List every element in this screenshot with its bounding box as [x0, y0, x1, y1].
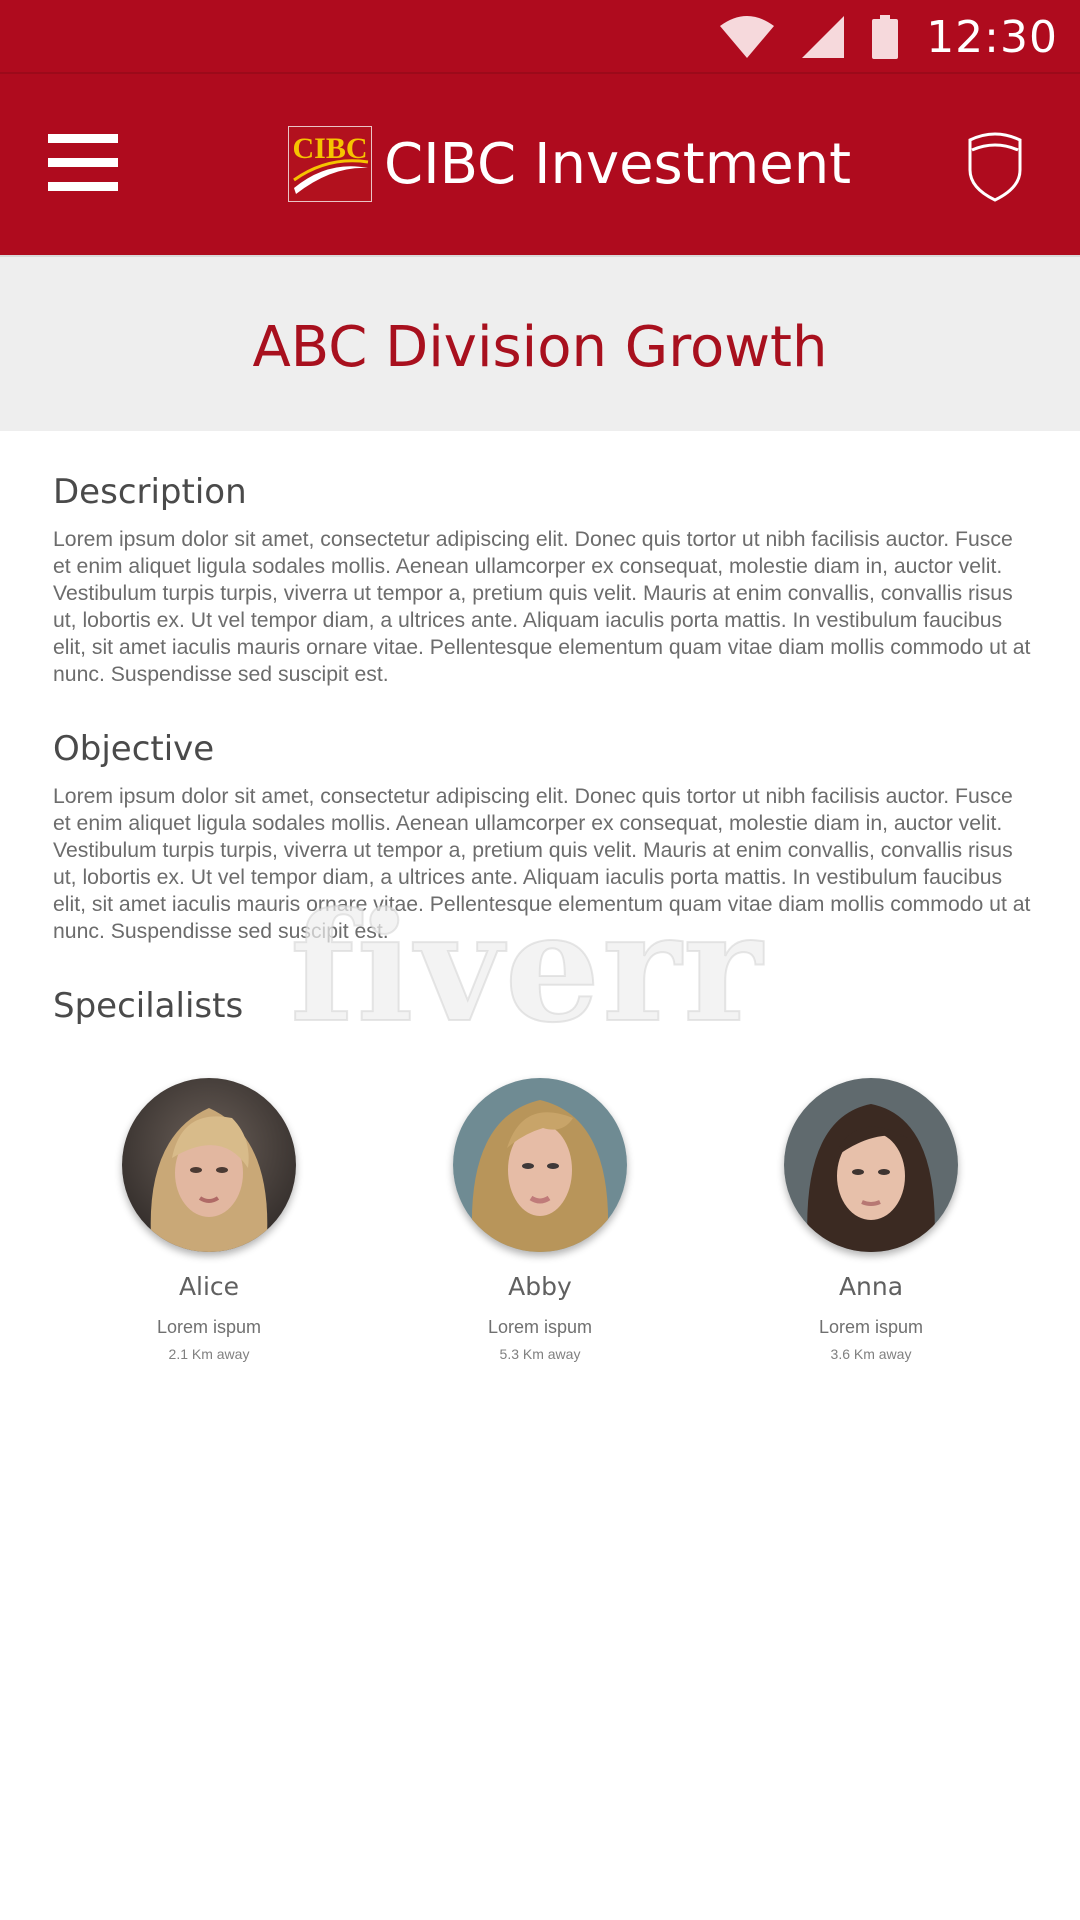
specialist-role: Lorem ispum [818, 1317, 924, 1337]
menu-icon-bar [48, 158, 118, 167]
avatar [453, 1078, 627, 1252]
status-bar: 12:30 [0, 0, 1080, 72]
shield-icon [968, 132, 1022, 202]
specialist-role: Lorem ispum [156, 1317, 262, 1337]
security-button[interactable] [966, 130, 1024, 202]
specialist-card-alice[interactable]: Alice Lorem ispum 2.1 Km away [89, 1078, 329, 1362]
wifi-icon [720, 16, 775, 58]
specialist-distance: 2.1 Km away [168, 1346, 250, 1362]
description-text: Lorem ipsum dolor sit amet, consectetur … [53, 528, 1031, 686]
specialists-heading: Specilalists [53, 986, 244, 1026]
title-band: ABC Division Growth [0, 255, 1080, 431]
avatar [122, 1078, 296, 1252]
specialist-role: Lorem ispum [487, 1317, 593, 1337]
specialist-distance: 5.3 Km away [499, 1346, 581, 1362]
avatar [784, 1078, 958, 1252]
brand: CIBC CIBC Investment [288, 124, 851, 204]
cellular-signal-icon [802, 16, 845, 58]
specialist-distance: 3.6 Km away [830, 1346, 912, 1362]
specialist-name: Anna [838, 1272, 904, 1301]
app-bar: CIBC CIBC Investment [0, 72, 1080, 255]
specialist-card-anna[interactable]: Anna Lorem ispum 3.6 Km away [751, 1078, 991, 1362]
specialist-name: Abby [508, 1272, 572, 1301]
menu-icon [48, 134, 118, 143]
battery-icon [872, 15, 899, 59]
status-icons: 12:30 [720, 10, 1058, 64]
description-heading: Description [53, 472, 247, 512]
cibc-logo: CIBC [288, 126, 372, 202]
objective-heading: Objective [53, 729, 215, 769]
objective-text: Lorem ipsum dolor sit amet, consectetur … [53, 785, 1031, 943]
menu-button[interactable] [42, 130, 122, 196]
page-title: ABC Division Growth [252, 315, 828, 380]
app-title: CIBC Investment [384, 131, 852, 197]
menu-icon-bar [48, 182, 118, 191]
specialist-card-abby[interactable]: Abby Lorem ispum 5.3 Km away [420, 1078, 660, 1362]
specialist-name: Alice [178, 1272, 240, 1301]
status-time: 12:30 [926, 11, 1058, 63]
